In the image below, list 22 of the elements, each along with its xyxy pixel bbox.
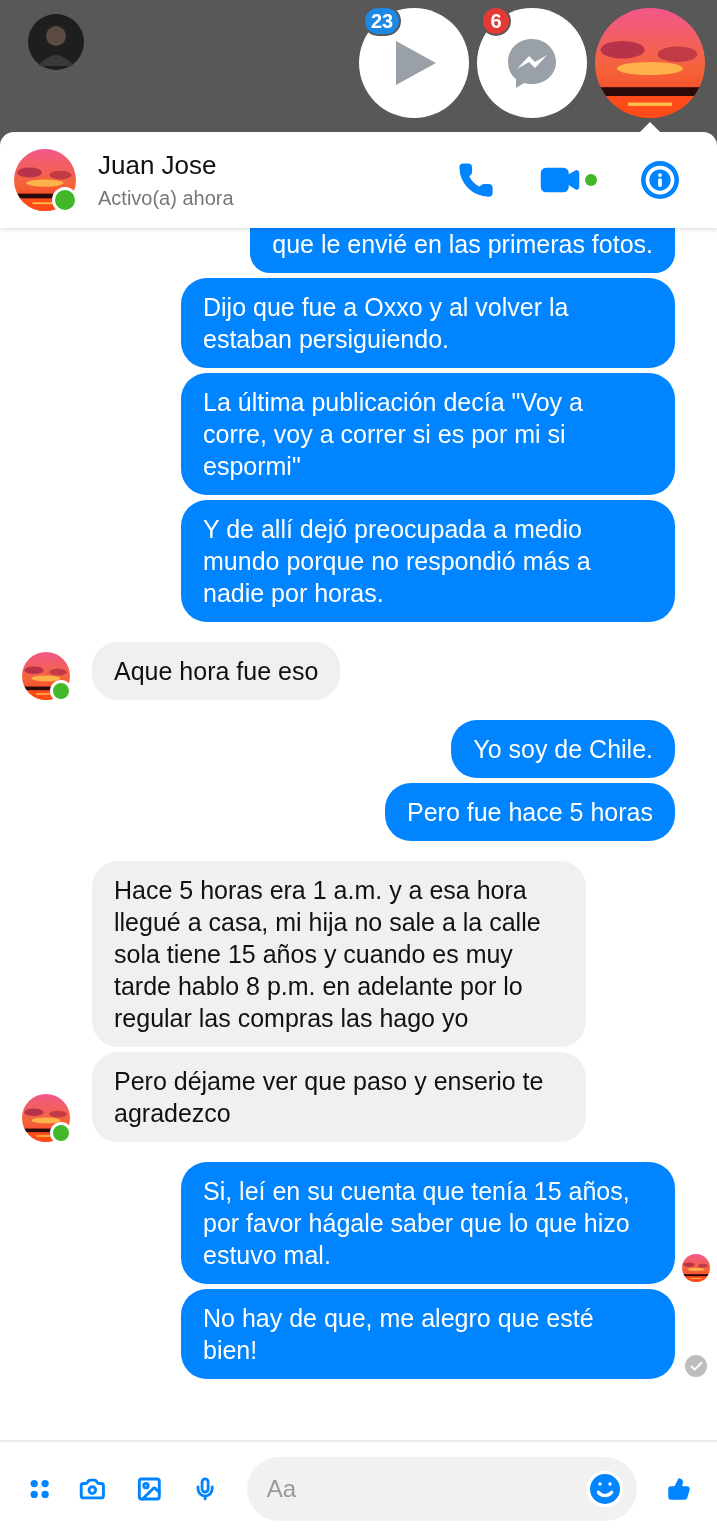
- message-field[interactable]: Aa: [246, 1457, 637, 1521]
- received-message: Aque hora fue eso: [92, 642, 341, 700]
- user-avatar[interactable]: [28, 14, 84, 70]
- active-status: Activo(a) ahora: [98, 187, 234, 210]
- chat-head[interactable]: 6: [477, 8, 587, 118]
- contact-name: Juan Jose: [98, 150, 218, 181]
- phone-icon[interactable]: [457, 161, 495, 199]
- sent-message: Pero fue hace 5 horas: [385, 783, 675, 841]
- sent-message: Yo soy de Chile.: [451, 720, 675, 778]
- sent-message: La última publicación decía "Voy a corre, voy a correr si es por mi si espormi": [181, 373, 675, 495]
- sent-message: Si, leí en su cuenta que tenía 15 años, por favor hágale saber que lo que hizo estuvo mal.: [181, 1162, 675, 1284]
- delivered-icon: [685, 1355, 707, 1377]
- sent-message: Dijo que fue a Oxxo y al volver la estaban persiguiendo.: [181, 278, 675, 368]
- count-badge: 23: [363, 6, 402, 36]
- sent-message: Y de allí dejó preocupada a medio mundo porque no respondió más a nadie por horas.: [181, 500, 675, 622]
- received-message: Hace 5 horas era 1 a.m. y a esa hora llegué a casa, mi hija no sale a la calle sola tiene 15 años y cuando es muy tarde hablo 8 p.m. en adelante por lo regular las compras las hago yo: [92, 861, 586, 1047]
- info-icon[interactable]: [641, 161, 679, 199]
- sent-message: No hay de que, me alegro que esté bien!: [181, 1289, 675, 1379]
- received-message: Pero déjame ver que paso y enserio te agradezco: [92, 1052, 586, 1142]
- sent-message: que le envié en las primeras fotos.: [250, 228, 675, 273]
- count-badge: 6: [481, 6, 511, 36]
- chat-head[interactable]: 23: [359, 8, 469, 118]
